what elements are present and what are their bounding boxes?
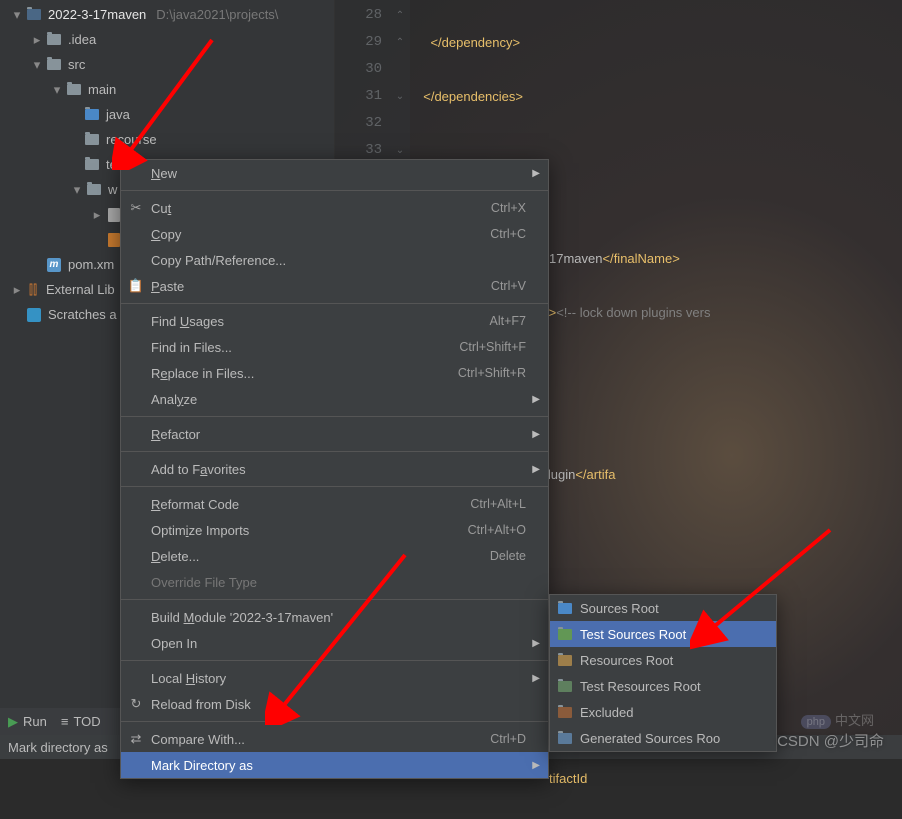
chevron-down-icon: ▾ (70, 183, 84, 197)
menu-item-refactor[interactable]: Refactor▶ (121, 421, 548, 447)
folder-icon (86, 182, 102, 198)
root-path: D:\java2021\projects\ (156, 7, 278, 22)
menu-item-local-history[interactable]: Local History▶ (121, 665, 548, 691)
chevron-right-icon: ▸ (30, 33, 44, 47)
menu-item-find-usages[interactable]: Find UsagesAlt+F7 (121, 308, 548, 334)
folder-icon (46, 32, 62, 48)
tree-java[interactable]: java (0, 102, 334, 127)
menu-item-build-module-2022-3-17maven[interactable]: Build Module '2022-3-17maven' (121, 604, 548, 630)
context-menu[interactable]: New▶ ✂CutCtrl+XCopyCtrl+CCopy Path/Refere… (120, 159, 549, 779)
folder-src-green-icon (556, 629, 574, 640)
library-icon: ⫿⫿ (26, 283, 40, 297)
chevron-right-icon: ▸ (90, 208, 104, 222)
scratches-icon (26, 307, 42, 323)
paste-icon: 📋 (127, 278, 145, 294)
submenu-arrow-icon: ▶ (532, 429, 540, 440)
folder-icon (66, 82, 82, 98)
menu-item-paste[interactable]: 📋PasteCtrl+V (121, 273, 548, 299)
folder-gen-icon (556, 733, 574, 744)
submenu-item-generated-sources-roo[interactable]: Generated Sources Roo (550, 725, 776, 751)
submenu-item-sources-root[interactable]: Sources Root (550, 595, 776, 621)
compare-icon: ⇄ (127, 731, 145, 747)
sources-folder-icon (84, 107, 100, 123)
csdn-watermark: CSDN @少司命 (777, 730, 884, 751)
maven-icon: m (46, 257, 62, 273)
menu-item-add-to-favorites[interactable]: Add to Favorites▶ (121, 456, 548, 482)
folder-exc-icon (556, 707, 574, 718)
menu-item-delete[interactable]: Delete...Delete (121, 543, 548, 569)
submenu-arrow-icon: ▶ (532, 168, 540, 179)
menu-item-mark-directory-as[interactable]: Mark Directory as▶ (121, 752, 548, 778)
folder-test-res-icon (556, 681, 574, 692)
tree-recourse[interactable]: recourse (0, 127, 334, 152)
folder-src-blue-icon (556, 603, 574, 614)
chevron-down-icon: ▾ (30, 58, 44, 72)
root-name: 2022-3-17maven (48, 7, 146, 22)
menu-item-copy-path-reference[interactable]: Copy Path/Reference... (121, 247, 548, 273)
submenu-item-resources-root[interactable]: Resources Root (550, 647, 776, 673)
php-watermark: php中文网 (801, 710, 874, 729)
menu-item-new[interactable]: New▶ (121, 160, 548, 186)
chevron-down-icon: ▾ (10, 8, 24, 22)
menu-item-analyze[interactable]: Analyze▶ (121, 386, 548, 412)
menu-item-find-in-files[interactable]: Find in Files...Ctrl+Shift+F (121, 334, 548, 360)
module-icon (26, 7, 42, 23)
menu-item-open-in[interactable]: Open In▶ (121, 630, 548, 656)
menu-item-override-file-type: Override File Type (121, 569, 548, 595)
folder-icon (84, 132, 100, 148)
folder-icon (84, 157, 100, 173)
run-tool-window[interactable]: ▶Run (8, 714, 47, 730)
menu-item-copy[interactable]: CopyCtrl+C (121, 221, 548, 247)
menu-item-cut[interactable]: ✂CutCtrl+X (121, 195, 548, 221)
reload-icon: ↻ (127, 696, 145, 712)
chevron-right-icon: ▸ (10, 283, 24, 297)
submenu-arrow-icon: ▶ (532, 760, 540, 771)
submenu-item-test-sources-root[interactable]: Test Sources Root (550, 621, 776, 647)
submenu-arrow-icon: ▶ (532, 673, 540, 684)
menu-item-replace-in-files[interactable]: Replace in Files...Ctrl+Shift+R (121, 360, 548, 386)
menu-item-reload-from-disk[interactable]: ↻Reload from Disk (121, 691, 548, 717)
tree-root[interactable]: ▾ 2022-3-17maven D:\java2021\projects\ (0, 2, 334, 27)
chevron-down-icon: ▾ (50, 83, 64, 97)
submenu-item-test-resources-root[interactable]: Test Resources Root (550, 673, 776, 699)
menu-item-optimize-imports[interactable]: Optimize ImportsCtrl+Alt+O (121, 517, 548, 543)
todo-tool-window[interactable]: ≡TOD (61, 714, 101, 729)
todo-icon: ≡ (61, 714, 69, 729)
tree-idea[interactable]: ▸ .idea (0, 27, 334, 52)
tree-src[interactable]: ▾ src (0, 52, 334, 77)
play-icon: ▶ (8, 714, 18, 730)
cut-icon: ✂ (127, 200, 145, 216)
submenu-arrow-icon: ▶ (532, 394, 540, 405)
folder-icon (46, 57, 62, 73)
folder-res-icon (556, 655, 574, 666)
menu-item-compare-with[interactable]: ⇄Compare With...Ctrl+D (121, 726, 548, 752)
submenu-arrow-icon: ▶ (532, 638, 540, 649)
tree-main[interactable]: ▾ main (0, 77, 334, 102)
menu-item-reformat-code[interactable]: Reformat CodeCtrl+Alt+L (121, 491, 548, 517)
mark-directory-submenu[interactable]: Sources RootTest Sources RootResources R… (549, 594, 777, 752)
submenu-item-excluded[interactable]: Excluded (550, 699, 776, 725)
submenu-arrow-icon: ▶ (532, 464, 540, 475)
